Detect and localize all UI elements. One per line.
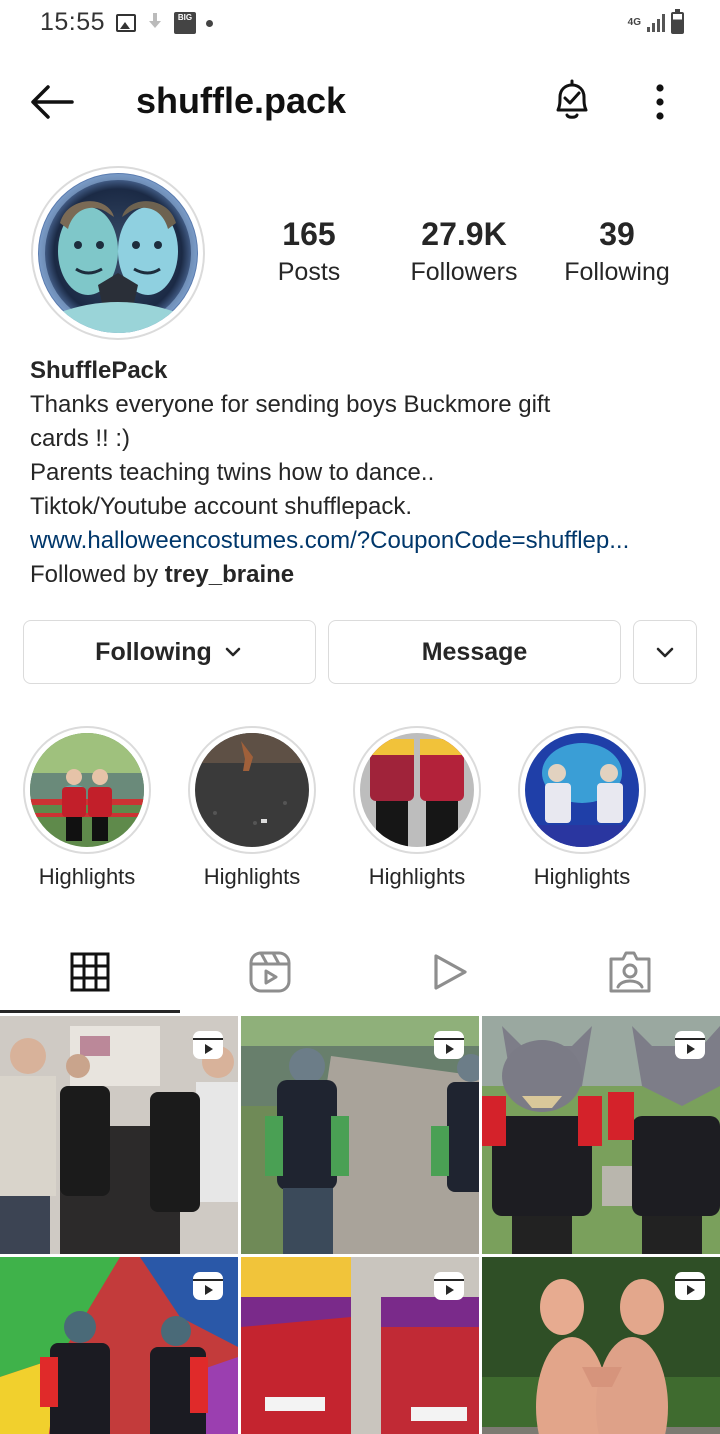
- followed-by-prefix: Followed by: [30, 561, 165, 588]
- highlight-label: Highlights: [533, 864, 631, 889]
- followers-count: 27.9K: [421, 216, 507, 252]
- highlight-cover: [30, 733, 144, 847]
- grid-icon: [70, 952, 110, 992]
- reel-icon: [434, 1031, 464, 1059]
- active-tab-indicator: [0, 1010, 180, 1013]
- tab-tagged[interactable]: [540, 930, 720, 1014]
- profile-tabs: [0, 930, 720, 1014]
- posts-count: 165: [282, 216, 336, 252]
- profile-header: shuffle.pack: [0, 60, 720, 140]
- reel-icon: [675, 1272, 705, 1300]
- play-icon: [434, 954, 467, 990]
- highlight-label: Highlights: [203, 864, 301, 889]
- bio-website-link[interactable]: www.halloweencostumes.com/?CouponCode=sh…: [30, 524, 690, 558]
- avatar-image: [38, 173, 198, 333]
- highlight-item[interactable]: Highlights: [187, 726, 317, 890]
- reel-icon: [193, 1272, 223, 1300]
- tab-posts-grid[interactable]: [0, 930, 180, 1014]
- back-arrow-icon: [31, 85, 74, 119]
- network-type-icon: 4G: [627, 17, 641, 28]
- highlight-cover: [525, 733, 639, 847]
- bio-line-4: Tiktok/Youtube account shufflepack.: [30, 493, 413, 520]
- bio-line-2: cards !! :): [30, 425, 131, 452]
- highlight-item[interactable]: Highlights: [22, 726, 152, 890]
- vertical-dots-icon: [656, 84, 664, 120]
- followed-by[interactable]: Followed by trey_braine: [30, 558, 700, 592]
- following-count: 39: [599, 216, 635, 252]
- message-button[interactable]: Message: [328, 620, 621, 684]
- bio-line-1: Thanks everyone for sending boys Buckmor…: [30, 391, 551, 418]
- gallery-notification-icon: [116, 14, 136, 32]
- notifications-button[interactable]: [548, 76, 596, 124]
- suggested-accounts-button[interactable]: [633, 620, 697, 684]
- posts-stat[interactable]: 165 Posts: [262, 214, 356, 288]
- post-tile[interactable]: [241, 1016, 479, 1254]
- signal-icon: [647, 14, 665, 32]
- more-notifications-dot-icon: [206, 19, 213, 27]
- reel-icon: [193, 1031, 223, 1059]
- post-tile[interactable]: [0, 1257, 238, 1434]
- following-stat[interactable]: 39 Following: [556, 214, 678, 288]
- highlight-item[interactable]: Highlights: [352, 726, 482, 890]
- profile-username: shuffle.pack: [136, 80, 347, 121]
- profile-avatar[interactable]: [31, 166, 205, 340]
- bell-check-icon: [556, 79, 588, 119]
- tagged-icon: [609, 951, 651, 993]
- tab-reels[interactable]: [180, 930, 360, 1014]
- status-notification-icons: BIG: [116, 12, 213, 34]
- followers-label: Followers: [410, 258, 518, 286]
- message-button-label: Message: [421, 637, 528, 666]
- post-tile[interactable]: [482, 1016, 720, 1254]
- reel-icon: [434, 1272, 464, 1300]
- display-name: ShufflePack: [30, 357, 168, 384]
- bio-line-3: Parents teaching twins how to dance..: [30, 459, 435, 486]
- post-tile[interactable]: [482, 1257, 720, 1434]
- post-tile[interactable]: [0, 1016, 238, 1254]
- highlight-item[interactable]: Highlights: [517, 726, 647, 890]
- following-button-label: Following: [95, 637, 212, 666]
- back-button[interactable]: [28, 82, 76, 122]
- more-options-button[interactable]: [640, 78, 680, 126]
- status-time: 15:55: [40, 8, 106, 36]
- chevron-down-icon: [656, 647, 674, 658]
- highlight-label: Highlights: [368, 864, 466, 889]
- status-system-icons: 4G: [627, 9, 684, 34]
- highlight-cover: [360, 733, 474, 847]
- highlight-label: Highlights: [38, 864, 136, 889]
- following-label: Following: [564, 258, 670, 286]
- highlight-cover: [195, 733, 309, 847]
- posts-label: Posts: [277, 258, 341, 286]
- followed-by-user: trey_braine: [164, 561, 295, 588]
- big-finish-notification-icon: BIG: [174, 12, 196, 34]
- followers-stat[interactable]: 27.9K Followers: [400, 214, 528, 288]
- download-notification-icon: [146, 13, 164, 33]
- reels-icon: [249, 951, 291, 993]
- tab-videos[interactable]: [360, 930, 540, 1014]
- battery-icon: [671, 9, 684, 34]
- profile-bio: ShufflePack Thanks everyone for sending …: [30, 354, 700, 592]
- reel-icon: [675, 1031, 705, 1059]
- post-tile[interactable]: [241, 1257, 479, 1434]
- status-bar: 15:55 BIG 4G: [0, 0, 720, 46]
- following-button[interactable]: Following: [23, 620, 316, 684]
- chevron-down-icon: [225, 647, 241, 657]
